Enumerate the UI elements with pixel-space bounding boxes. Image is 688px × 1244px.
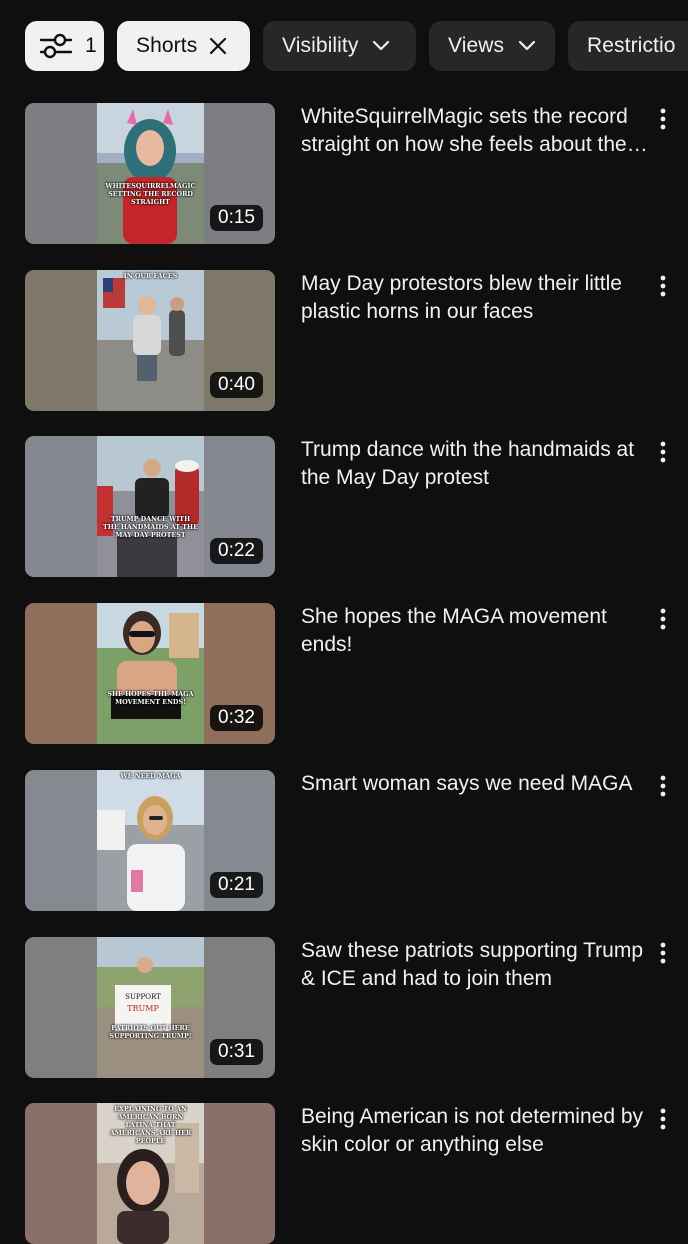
thumbnail-frame: Trump dance with the handmaids at the Ma… (97, 436, 204, 578)
thumbnail-scene (97, 436, 204, 578)
thumbnail-caption: we need MAGA (120, 771, 181, 780)
thumbnail-caption: WhiteSquirrelMagic setting the record st… (105, 182, 196, 206)
more-options-icon[interactable] (651, 941, 675, 965)
thumbnail-caption: Patriots out here supporting Trump! (109, 1023, 192, 1040)
video-thumbnail[interactable]: SUPPORT TRUMP Patriots out here supporti… (25, 936, 275, 1078)
thumbnail-scene (97, 269, 204, 411)
video-thumbnail[interactable]: She hopes the MAGA movement ends! 0:32 (25, 603, 275, 745)
sliders-icon (39, 33, 73, 59)
svg-text:SUPPORT: SUPPORT (125, 993, 161, 1001)
video-list-item[interactable]: we need MAGA 0:21 Smart woman says we ne… (25, 769, 688, 911)
thumbnail-caption: in our faces (123, 271, 178, 280)
more-options-icon[interactable] (651, 274, 675, 298)
video-title[interactable]: May Day protestors blew their little pla… (301, 270, 651, 326)
thumbnail-frame: She hopes the MAGA movement ends! (97, 603, 204, 745)
video-list-item[interactable]: in our faces 0:40 May Day protestors ble… (25, 269, 688, 411)
views-filter-chip[interactable]: Views (429, 21, 555, 71)
duration-badge: 0:15 (210, 205, 263, 231)
thumbnail-scene (97, 769, 204, 911)
filter-count: 1 (85, 34, 97, 57)
filter-bar: 1 Shorts Visibility Views Restrictio (25, 21, 688, 71)
shorts-chip-label: Shorts (136, 34, 198, 57)
video-list-item[interactable]: WhiteSquirrelMagic setting the record st… (25, 103, 688, 244)
duration-badge: 0:31 (210, 1038, 263, 1065)
duration-badge: 0:22 (210, 538, 263, 565)
thumbnail-frame: Explaining to an American born Latina th… (97, 1103, 204, 1244)
video-thumbnail[interactable]: Explaining to an American born Latina th… (25, 1103, 275, 1244)
visibility-chip-label: Visibility (282, 34, 359, 57)
video-list-item[interactable]: SUPPORT TRUMP Patriots out here supporti… (25, 936, 688, 1078)
views-chip-label: Views (448, 34, 505, 57)
chevron-down-icon (372, 40, 390, 52)
video-thumbnail[interactable]: Trump dance with the handmaids at the Ma… (25, 436, 275, 578)
video-title[interactable]: She hopes the MAGA movement ends! (301, 603, 651, 659)
video-thumbnail[interactable]: in our faces 0:40 (25, 269, 275, 411)
thumbnail-scene: SUPPORT TRUMP (97, 936, 204, 1078)
thumbnail-caption: Trump dance with the handmaids at the Ma… (103, 515, 198, 540)
restrictions-chip-label: Restrictio (587, 34, 676, 57)
thumbnail-frame: WhiteSquirrelMagic setting the record st… (97, 103, 204, 244)
thumbnail-caption: She hopes the MAGA movement ends! (107, 690, 194, 707)
filter-settings-chip[interactable]: 1 (25, 21, 104, 71)
thumbnail-scene (97, 103, 204, 244)
video-title[interactable]: Being American is not determined by skin… (301, 1103, 651, 1159)
duration-badge: 0:21 (210, 871, 263, 898)
duration-badge: 0:32 (210, 705, 263, 732)
video-title[interactable]: WhiteSquirrelMagic sets the record strai… (301, 103, 651, 159)
more-options-icon[interactable] (651, 1107, 675, 1131)
more-options-icon[interactable] (651, 440, 675, 464)
more-options-icon[interactable] (651, 607, 675, 631)
visibility-filter-chip[interactable]: Visibility (263, 21, 416, 71)
shorts-filter-chip[interactable]: Shorts (117, 21, 250, 71)
video-list-item[interactable]: She hopes the MAGA movement ends! 0:32 S… (25, 603, 688, 745)
video-title[interactable]: Saw these patriots supporting Trump & IC… (301, 937, 651, 993)
video-thumbnail[interactable]: we need MAGA 0:21 (25, 769, 275, 911)
video-thumbnail[interactable]: WhiteSquirrelMagic setting the record st… (25, 103, 275, 244)
close-icon[interactable] (209, 37, 227, 55)
thumbnail-frame: we need MAGA (97, 769, 204, 911)
thumbnail-scene (97, 603, 204, 745)
thumbnail-caption: Explaining to an American born Latina th… (109, 1105, 192, 1146)
thumbnail-frame: in our faces (97, 269, 204, 411)
video-title[interactable]: Trump dance with the handmaids at the Ma… (301, 436, 651, 492)
thumbnail-frame: SUPPORT TRUMP Patriots out here supporti… (97, 936, 204, 1078)
video-title[interactable]: Smart woman says we need MAGA (301, 770, 651, 798)
more-options-icon[interactable] (651, 107, 675, 131)
video-list-item[interactable]: Trump dance with the handmaids at the Ma… (25, 436, 688, 578)
svg-text:TRUMP: TRUMP (127, 1004, 159, 1013)
video-list-item[interactable]: Explaining to an American born Latina th… (25, 1103, 688, 1244)
chevron-down-icon (518, 40, 536, 52)
restrictions-filter-chip[interactable]: Restrictio (568, 21, 688, 71)
duration-badge: 0:40 (210, 371, 263, 398)
more-options-icon[interactable] (651, 774, 675, 798)
